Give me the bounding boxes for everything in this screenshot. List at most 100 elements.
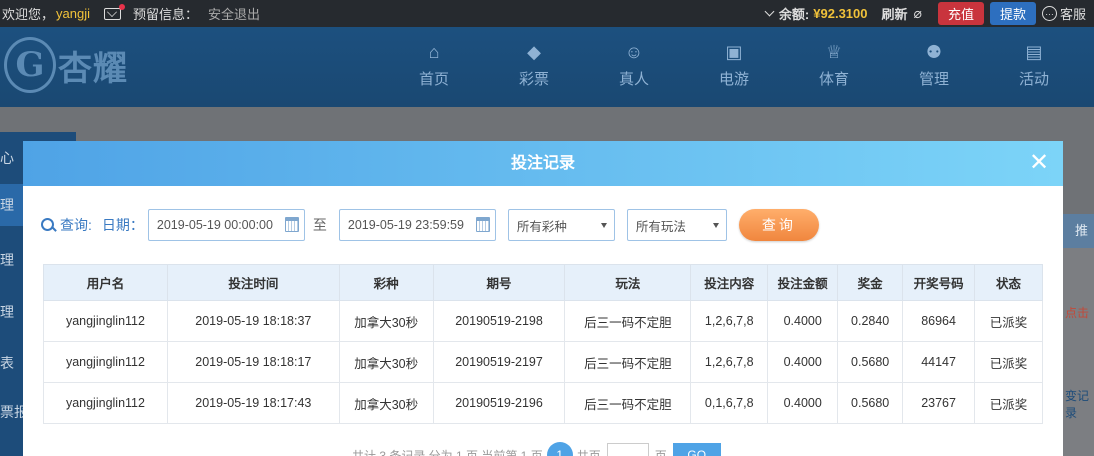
cell-draw-number: 86964 xyxy=(902,300,976,342)
chevron-down-icon[interactable] xyxy=(764,6,775,17)
query-button[interactable]: 查询 xyxy=(738,209,819,241)
table-row[interactable]: yangjinglin112 2019-05-19 18:17:43 加拿大30… xyxy=(43,382,1043,424)
cell-username: yangjinglin112 xyxy=(43,300,168,342)
nav-item-home[interactable]: ⌂ 首页 xyxy=(384,41,484,89)
slot-icon: ▣ xyxy=(725,42,743,62)
dropdown-arrow-icon xyxy=(600,223,607,228)
modal-header: 投注记录 ✕ xyxy=(23,141,1063,186)
cell-status: 已派奖 xyxy=(974,341,1043,383)
nav-item-promos[interactable]: ▤ 活动 xyxy=(984,41,1084,89)
pagination-summary: 共计 3 条记录 分为 1 页 当前第 1 页 xyxy=(352,448,543,456)
table-row[interactable]: yangjinglin112 2019-05-19 18:18:37 加拿大30… xyxy=(43,300,1043,342)
cell-play: 后三一码不定胆 xyxy=(564,382,692,424)
mail-icon[interactable] xyxy=(103,3,125,20)
cell-bet-content: 0,1,6,7,8 xyxy=(690,382,769,424)
column-header: 用户名 xyxy=(43,264,168,301)
right-side-panel: 推 点击 变记录 xyxy=(1063,214,1094,456)
side-link[interactable]: 变记录 xyxy=(1065,387,1094,421)
gift-icon: ▤ xyxy=(1025,42,1043,62)
query-bar: 查询: 日期： 2019-05-19 00:00:00 至 2019-05-19… xyxy=(41,209,819,241)
sidebar-item[interactable]: 心 xyxy=(0,148,14,168)
nav-label: 电游 xyxy=(718,71,749,88)
sidebar-item[interactable]: 表 xyxy=(0,353,14,373)
side-link[interactable]: 点击 xyxy=(1065,304,1089,321)
column-header: 状态 xyxy=(974,264,1043,301)
end-date-input[interactable]: 2019-05-19 23:59:59 xyxy=(338,209,496,241)
page-number-current[interactable]: 1 xyxy=(546,442,573,456)
column-header: 投注时间 xyxy=(166,264,340,301)
promo-tab[interactable]: 推 xyxy=(1063,214,1094,248)
calendar-icon[interactable] xyxy=(284,217,299,232)
nav-label: 体育 xyxy=(818,71,849,88)
cell-bet-amount: 0.4000 xyxy=(767,300,839,342)
start-date-input[interactable]: 2019-05-19 00:00:00 xyxy=(147,209,305,241)
go-button[interactable]: GO xyxy=(672,443,721,456)
cell-lottery: 加拿大30秒 xyxy=(338,341,434,383)
notification-dot xyxy=(118,3,125,10)
nav-item-games[interactable]: ▣ 电游 xyxy=(684,41,784,89)
bet-records-modal: 投注记录 ✕ 查询: 日期： 2019-05-19 00:00:00 至 201… xyxy=(23,141,1063,456)
nav-item-sports[interactable]: ♕ 体育 xyxy=(784,41,884,89)
cell-issue: 20190519-2196 xyxy=(432,382,566,424)
end-date-value: 2019-05-19 23:59:59 xyxy=(347,218,464,232)
site-header: G 杏耀 ⌂ 首页 ◆ 彩票 ☺ 真人 ▣ 电游 ♕ 体育 ⚉ 管理 ▤ 活动 xyxy=(0,27,1094,107)
to-label: 至 xyxy=(312,217,327,233)
bet-records-table: 用户名 投注时间 彩种 期号 玩法 投注内容 投注金额 奖金 开奖号码 状态 y… xyxy=(43,264,1043,424)
cell-play: 后三一码不定胆 xyxy=(564,300,692,342)
cell-draw-number: 44147 xyxy=(902,341,976,383)
logo-text: 杏耀 xyxy=(58,49,128,88)
recharge-button[interactable]: 充值 xyxy=(937,2,984,25)
cell-bet-time: 2019-05-19 18:18:37 xyxy=(166,300,340,342)
sidebar-item[interactable]: 理 xyxy=(0,250,14,270)
cell-issue: 20190519-2198 xyxy=(432,300,566,342)
home-icon: ⌂ xyxy=(428,42,440,62)
cell-draw-number: 23767 xyxy=(902,382,976,424)
table-row[interactable]: yangjinglin112 2019-05-19 18:18:17 加拿大30… xyxy=(43,341,1043,383)
table-header-row: 用户名 投注时间 彩种 期号 玩法 投注内容 投注金额 奖金 开奖号码 状态 xyxy=(43,264,1043,301)
top-bar: 欢迎您， yangji 预留信息： 安全退出 余额: ¥92.3100 刷新 ⌀… xyxy=(0,0,1094,27)
dropdown-arrow-icon xyxy=(712,223,719,228)
withdraw-button[interactable]: 提款 xyxy=(989,2,1036,25)
nav-label: 活动 xyxy=(1018,71,1049,88)
site-logo[interactable]: G 杏耀 xyxy=(4,37,128,93)
welcome-text: 欢迎您， xyxy=(2,7,55,22)
nav-label: 管理 xyxy=(918,71,949,88)
nav-item-lottery[interactable]: ◆ 彩票 xyxy=(484,41,584,89)
users-icon: ⚉ xyxy=(925,42,943,62)
column-header: 开奖号码 xyxy=(902,264,976,301)
goto-page-input[interactable] xyxy=(606,443,649,456)
lottery-type-select[interactable]: 所有彩种 xyxy=(507,209,615,241)
ticket-icon: ◆ xyxy=(527,42,541,62)
calendar-icon[interactable] xyxy=(475,217,490,232)
customer-service-link[interactable]: … 客服 xyxy=(1041,4,1086,23)
sidebar-item[interactable]: 理 xyxy=(0,302,14,322)
eye-hidden-icon[interactable]: ⌀ xyxy=(914,5,922,22)
nav-item-live[interactable]: ☺ 真人 xyxy=(584,41,684,89)
username: yangji xyxy=(56,6,90,21)
column-header: 奖金 xyxy=(837,264,904,301)
page-suffix: 页 xyxy=(654,448,667,456)
chat-bubble-icon: … xyxy=(1041,6,1057,21)
cell-username: yangjinglin112 xyxy=(43,382,168,424)
cell-prize: 0.5680 xyxy=(837,341,904,383)
cell-bet-amount: 0.4000 xyxy=(767,382,839,424)
column-header: 投注金额 xyxy=(767,264,839,301)
refresh-link[interactable]: 刷新 xyxy=(882,4,908,23)
cell-prize: 0.2840 xyxy=(837,300,904,342)
cell-status: 已派奖 xyxy=(974,300,1043,342)
cell-bet-content: 1,2,6,7,8 xyxy=(690,341,769,383)
play-type-select[interactable]: 所有玩法 xyxy=(626,209,727,241)
modal-title: 投注记录 xyxy=(510,155,575,172)
play-type-value: 所有玩法 xyxy=(635,219,686,234)
cell-username: yangjinglin112 xyxy=(43,341,168,383)
nav-item-manage[interactable]: ⚉ 管理 xyxy=(884,41,984,89)
column-header: 期号 xyxy=(432,264,566,301)
logout-link[interactable]: 安全退出 xyxy=(208,4,260,23)
cell-prize: 0.5680 xyxy=(837,382,904,424)
cell-bet-content: 1,2,6,7,8 xyxy=(690,300,769,342)
trophy-icon: ♕ xyxy=(825,42,843,62)
cell-issue: 20190519-2197 xyxy=(432,341,566,383)
balance-label: 余额: xyxy=(778,7,810,22)
main-nav: ⌂ 首页 ◆ 彩票 ☺ 真人 ▣ 电游 ♕ 体育 ⚉ 管理 ▤ 活动 xyxy=(384,41,1084,89)
close-icon[interactable]: ✕ xyxy=(1025,149,1053,177)
